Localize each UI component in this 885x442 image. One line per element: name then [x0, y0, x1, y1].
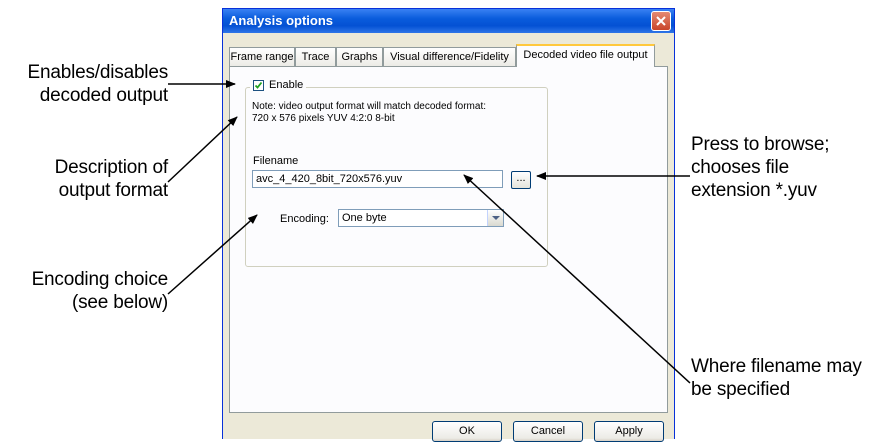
enable-label: Enable [269, 79, 304, 91]
tab-panel: Enable Note: video output format will ma… [229, 66, 668, 413]
encoding-value: One byte [342, 212, 387, 224]
callout-enable-line1: Enables/disables [27, 62, 169, 83]
dropdown-button[interactable] [487, 210, 503, 226]
encoding-select[interactable]: One byte [338, 209, 504, 227]
filename-label: Filename [253, 155, 299, 167]
callout-enable-line2: decoded output [39, 85, 168, 106]
analysis-options-dialog: Analysis options Frame range Trace Graph… [222, 8, 675, 442]
callout-description: Description of output format [4, 156, 169, 202]
window-title: Analysis options [229, 13, 334, 28]
callout-filename-line2: be specified [691, 379, 791, 400]
checkmark-icon [254, 81, 263, 89]
enable-checkbox[interactable] [253, 79, 264, 91]
title-bar[interactable]: Analysis options [223, 9, 674, 33]
callout-encoding: Encoding choice (see below) [4, 268, 169, 314]
callout-browse-line3: extension *.yuv [691, 180, 817, 201]
tab-frame-range[interactable]: Frame range [229, 47, 295, 66]
callout-browse-line2: chooses file [691, 157, 789, 178]
browse-button[interactable]: ... [511, 171, 531, 189]
callout-filename-line1: Where filename may [691, 356, 862, 377]
tab-graphs[interactable]: Graphs [336, 47, 383, 66]
callout-browse-line1: Press to browse; [691, 134, 830, 155]
callout-encoding-line1: Encoding choice [31, 269, 169, 290]
filename-input[interactable]: avc_4_420_8bit_720x576.yuv [252, 170, 503, 188]
format-note: Note: video output format will match dec… [252, 101, 486, 125]
close-icon [656, 16, 666, 26]
callout-encoding-line2: (see below) [71, 292, 168, 313]
callout-description-line1: Description of [54, 157, 169, 178]
tab-trace[interactable]: Trace [295, 47, 336, 66]
callout-enable: Enables/disables decoded output [4, 61, 169, 107]
tab-decoded-video-output[interactable]: Decoded video file output [516, 44, 655, 67]
callout-filename: Where filename may be specified [691, 355, 885, 401]
callout-browse: Press to browse; chooses file extension … [691, 133, 881, 202]
close-button[interactable] [651, 11, 671, 31]
tab-visual-difference[interactable]: Visual difference/Fidelity [383, 47, 516, 66]
enable-checkbox-row[interactable]: Enable [250, 79, 307, 91]
format-note-line1: Note: video output format will match dec… [252, 101, 487, 112]
encoding-label: Encoding: [280, 213, 329, 225]
format-note-line2: 720 x 576 pixels YUV 4:2:0 8-bit [252, 113, 395, 124]
callout-description-line2: output format [58, 180, 169, 201]
chevron-down-icon [492, 216, 500, 220]
